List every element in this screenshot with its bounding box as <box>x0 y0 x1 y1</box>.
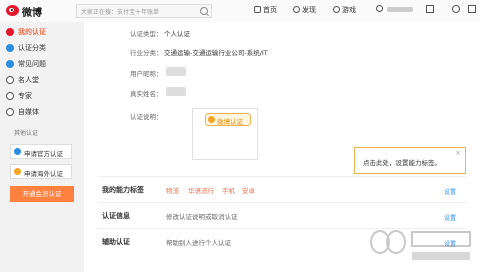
verification-info-desc: 修改认证说明或取消认证 <box>166 213 238 221</box>
verification-badge-box: 微博认证 <box>192 108 258 160</box>
sidebar-item-hall-of-fame[interactable]: 名人堂 <box>0 74 84 87</box>
nickname-label: 用户昵称： <box>130 70 163 78</box>
info-settings-link[interactable]: 设置 <box>444 213 456 222</box>
media-icon <box>6 108 14 116</box>
sidebar-item-categories[interactable]: 认证分类 <box>0 42 84 55</box>
industry-value: 交通运输-交通运输行业公司-系统/IT <box>164 49 268 57</box>
apply-overseas-button[interactable]: 申请海外认证 <box>10 164 72 179</box>
nav-game[interactable]: 游戏 <box>333 5 356 17</box>
tag-item[interactable]: 华语流行 <box>188 185 214 195</box>
sidebar-item-my-verification[interactable]: 我的认证 <box>0 26 84 39</box>
tag-item[interactable]: 物流 <box>166 185 179 195</box>
divider <box>98 202 466 203</box>
baidu-jingyan-watermark <box>370 230 471 260</box>
nav-discover-label: 发现 <box>302 6 316 14</box>
ability-tags-title: 我的能力标签 <box>102 186 144 194</box>
sidebar-item-self-media[interactable]: 自媒体 <box>0 106 84 119</box>
tag-item[interactable]: 安卓 <box>242 185 255 195</box>
compose-icon[interactable] <box>468 5 476 13</box>
search-icon[interactable] <box>200 7 208 15</box>
sidebar-item-faq[interactable]: 常见问题 <box>0 58 84 71</box>
v-badge-icon <box>208 116 215 123</box>
realname-label: 真实姓名： <box>130 90 163 98</box>
gear-icon[interactable] <box>452 5 460 13</box>
question-icon <box>6 60 14 68</box>
v-badge-icon <box>14 148 21 155</box>
assist-verification-title: 辅助认证 <box>102 238 130 246</box>
sidebar-item-label: 自媒体 <box>18 108 39 116</box>
ability-tag-tooltip: 点击此处，设置能力标签。 × <box>354 147 466 174</box>
apply-overseas-label: 申请海外认证 <box>24 170 63 178</box>
nickname-redacted <box>166 67 186 76</box>
realname-redacted <box>166 87 186 96</box>
type-value: 个人认证 <box>164 30 190 38</box>
badge-text: 微博认证 <box>217 118 243 126</box>
weibo-logo-icon <box>6 5 19 16</box>
nav-discover[interactable]: 发现 <box>293 5 316 17</box>
sidebar-item-label: 专家 <box>18 92 32 100</box>
description-label: 认证说明： <box>130 113 163 121</box>
member-verification-button[interactable]: 开通会员认证 <box>10 186 74 202</box>
sidebar-item-label: 认证分类 <box>18 44 46 52</box>
nav-home-label: 首页 <box>263 6 277 14</box>
tags-settings-link[interactable]: 设置 <box>444 187 456 196</box>
home-icon <box>254 6 261 13</box>
v-badge-icon <box>14 168 21 175</box>
message-icon[interactable] <box>426 5 434 13</box>
tooltip-text: 点击此处，设置能力标签。 <box>363 159 441 167</box>
top-nav-bar: 微博 大家正在搜：支付宝十年账单 首页 发现 游戏 <box>0 0 480 23</box>
type-label: 认证类型： <box>130 30 163 38</box>
logo-text: 微博 <box>22 8 42 19</box>
compass-icon <box>293 6 300 13</box>
nav-game-label: 游戏 <box>342 6 356 14</box>
sidebar-item-label: 我的认证 <box>18 28 46 36</box>
close-icon[interactable]: × <box>455 149 461 157</box>
apply-official-button[interactable]: 申请官方认证 <box>10 144 72 159</box>
v-badge-icon <box>6 44 14 52</box>
user-avatar-icon[interactable] <box>376 5 383 12</box>
sidebar-item-label: 常见问题 <box>18 60 46 68</box>
search-input[interactable]: 大家正在搜：支付宝十年账单 <box>76 4 212 18</box>
sidebar-item-expert[interactable]: 专家 <box>0 90 84 103</box>
expert-icon <box>6 92 14 100</box>
industry-label: 行业分类： <box>130 49 163 57</box>
assist-verification-desc: 帮助别人进行个人认证 <box>166 239 231 247</box>
person-icon <box>6 76 14 84</box>
sidebar-item-label: 名人堂 <box>18 76 39 84</box>
tag-item[interactable]: 手机 <box>222 185 235 195</box>
other-verification-heading: 其他认证 <box>14 130 39 137</box>
sidebar: 我的认证 认证分类 常见问题 名人堂 专家 自媒体 其他认证 申请官方认证 申请… <box>0 22 84 272</box>
apply-official-label: 申请官方认证 <box>24 150 63 158</box>
search-placeholder: 大家正在搜：支付宝十年账单 <box>81 9 160 16</box>
verification-badge: 微博认证 <box>205 113 251 126</box>
nav-home[interactable]: 首页 <box>254 5 277 17</box>
verification-info-title: 认证信息 <box>102 212 130 220</box>
username-redacted[interactable] <box>387 7 413 12</box>
gamepad-icon <box>333 6 340 13</box>
divider <box>98 176 466 177</box>
weibo-icon <box>6 28 14 36</box>
